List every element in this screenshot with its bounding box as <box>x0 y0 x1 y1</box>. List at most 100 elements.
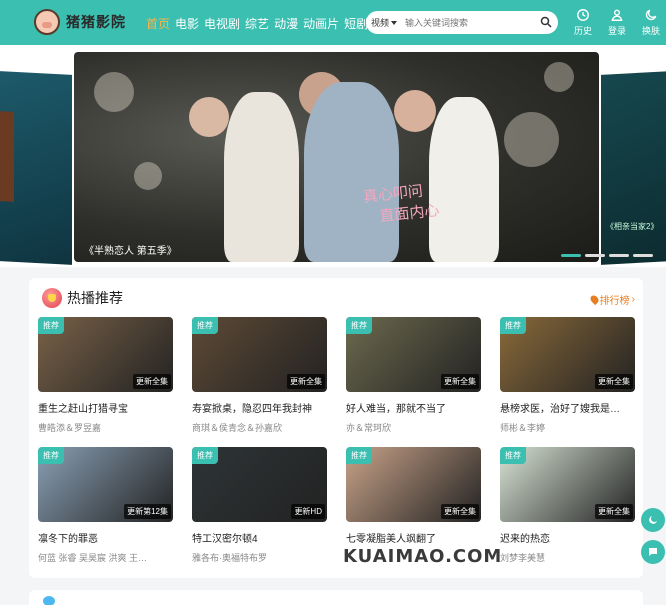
bokeh-light <box>94 72 134 112</box>
portrait <box>189 97 229 137</box>
nav-item-anime[interactable]: 动漫 <box>274 15 298 32</box>
site-logo[interactable]: 猪猪影院 <box>34 9 126 35</box>
section-title: 热播推荐 <box>67 290 123 306</box>
video-card[interactable]: 推荐 更新全集 悬榜求医，治好了嫂我是… 师彬＆李婷 <box>500 317 635 434</box>
theme-toggle-float-button[interactable] <box>641 508 665 532</box>
watermark: KUAIMAO.COM <box>343 546 503 567</box>
actress-figure <box>224 92 299 262</box>
nav-item-home[interactable]: 首页 <box>146 15 170 32</box>
chevron-right-icon: › <box>631 294 635 305</box>
ranking-link[interactable]: 排行榜 › <box>588 292 635 307</box>
recommend-badge: 推荐 <box>192 317 218 334</box>
update-status-badge: 更新全集 <box>595 504 633 519</box>
video-card[interactable]: 推荐 更新全集迟来的热恋刘梦李美慧 <box>500 447 635 564</box>
search-bar: 视频 <box>366 11 558 34</box>
next-slide-peek[interactable] <box>601 71 666 265</box>
search-icon[interactable] <box>540 16 552 28</box>
video-title[interactable]: 七零凝脂美人飒翻了 <box>346 530 481 545</box>
search-input[interactable] <box>405 17 534 28</box>
carousel-dot[interactable] <box>609 254 629 257</box>
update-status-badge: 更新全集 <box>133 374 171 389</box>
nav-item-movie[interactable]: 电影 <box>175 15 199 32</box>
video-thumbnail[interactable]: 推荐 更新全集 <box>500 447 635 522</box>
recommend-badge: 推荐 <box>192 447 218 464</box>
video-cast: 亦＆常珂欣 <box>346 423 392 433</box>
recommend-badge: 推荐 <box>500 317 526 334</box>
theme-button[interactable]: 换肤 <box>639 8 663 37</box>
update-status-badge: 更新HD <box>291 504 325 519</box>
video-card[interactable]: 推荐更新第12集凛冬下的罪恶何蓝 张睿 吴昊宸 洪爽 王… <box>38 447 173 564</box>
video-card[interactable]: 推荐更新全集七零凝脂美人飒翻了 <box>346 447 481 551</box>
chat-float-button[interactable] <box>641 540 665 564</box>
recommend-badge: 推荐 <box>38 317 64 334</box>
video-thumbnail[interactable]: 推荐更新全集 <box>192 317 327 392</box>
video-cast: 雅各布·奥福特布罗 <box>192 553 267 563</box>
video-cast: 何蓝 张睿 吴昊宸 洪爽 王… <box>38 553 148 563</box>
next-slide-caption: 《相亲当家2》 <box>606 222 659 231</box>
location-pin-icon <box>588 293 600 306</box>
update-status-badge: 更新第12集 <box>124 504 171 519</box>
video-title[interactable]: 悬榜求医，治好了嫂我是… <box>500 400 635 415</box>
slide-caption: 《半熟恋人 第五季》 <box>84 246 177 257</box>
hero-slide[interactable]: 真心叩问 直面内心 《半熟恋人 第五季》 <box>74 52 599 262</box>
update-status-badge: 更新全集 <box>287 374 325 389</box>
nav-item-tv[interactable]: 电视剧 <box>204 15 240 32</box>
nav-item-short[interactable]: 短剧 <box>344 15 368 32</box>
video-thumbnail[interactable]: 推荐更新全集 <box>346 447 481 522</box>
recommend-badge: 推荐 <box>38 447 64 464</box>
video-title[interactable]: 寿宴掀桌，隐忍四年我封神 <box>192 400 327 415</box>
video-thumbnail[interactable]: 推荐更新HD <box>192 447 327 522</box>
history-label: 历史 <box>573 26 592 36</box>
video-title[interactable]: 特工汉密尔顿4 <box>192 530 327 545</box>
recommend-badge: 推荐 <box>346 317 372 334</box>
carousel-dot[interactable] <box>561 254 581 257</box>
chevron-down-icon <box>391 20 398 25</box>
nav-item-cartoon[interactable]: 动画片 <box>303 15 339 32</box>
nav-item-variety[interactable]: 综艺 <box>245 15 269 32</box>
video-card[interactable]: 推荐 更新全集 寿宴掀桌，隐忍四年我封神 商琪＆侯青念＆孙嘉欣 <box>192 317 327 434</box>
main-nav: 首页 电影 电视剧 综艺 动漫 动画片 短剧 <box>146 15 368 32</box>
pig-logo-icon <box>34 9 60 35</box>
carousel-dot[interactable] <box>633 254 653 257</box>
portrait <box>394 90 436 132</box>
recommend-badge: 推荐 <box>346 447 372 464</box>
video-cast: 曹皓添＆罗昱嘉 <box>38 423 102 433</box>
section-header: 热播推荐 <box>42 288 123 308</box>
banner-carousel: 《相亲当家2》 真心叩问 直面内心 《半熟恋人 第五季》 <box>0 45 666 267</box>
video-title[interactable]: 重生之赶山打猎寻宝 <box>38 400 173 415</box>
update-status-badge: 更新全集 <box>595 374 633 389</box>
cloud-icon <box>43 596 55 605</box>
video-card[interactable]: 推荐更新HD 特工汉密尔顿4 雅各布·奥福特布罗 <box>192 447 327 564</box>
video-thumbnail[interactable]: 推荐更新全集 <box>346 317 481 392</box>
search-category-select[interactable]: 视频 <box>366 16 398 29</box>
bokeh-light <box>504 112 559 167</box>
update-status-badge: 更新全集 <box>441 504 479 519</box>
next-section-header <box>29 590 643 605</box>
prev-slide-peek[interactable] <box>0 71 72 265</box>
video-thumbnail[interactable]: 推荐更新全集 <box>500 317 635 392</box>
user-icon <box>611 9 623 21</box>
video-title[interactable]: 凛冬下的罪恶 <box>38 530 173 545</box>
actress-figure <box>429 97 499 262</box>
slide-overlay-text: 真心叩问 直面内心 <box>362 181 441 226</box>
video-cast: 刘梦李美慧 <box>500 553 546 563</box>
ranking-link-label: 排行榜 <box>599 296 630 307</box>
video-title[interactable]: 好人难当，那就不当了 <box>346 400 481 415</box>
video-thumbnail[interactable]: 推荐更新第12集 <box>38 447 173 522</box>
video-card[interactable]: 推荐更新全集重生之赶山打猎寻宝曹皓添＆罗昱嘉 <box>38 317 173 434</box>
video-title[interactable]: 迟来的热恋 <box>500 530 635 545</box>
history-button[interactable]: 历史 <box>571 8 595 37</box>
moon-icon <box>649 516 657 524</box>
login-button[interactable]: 登录 <box>605 8 629 37</box>
header-tools: 历史 登录 换肤 <box>571 8 663 37</box>
thumbs-up-icon <box>42 288 62 308</box>
carousel-dot[interactable] <box>585 254 605 257</box>
bokeh-light <box>134 162 162 190</box>
search-category-label: 视频 <box>371 18 390 28</box>
video-card[interactable]: 推荐更新全集好人难当，那就不当了亦＆常珂欣 <box>346 317 481 434</box>
update-status-badge: 更新全集 <box>441 374 479 389</box>
site-title: 猪猪影院 <box>66 15 126 31</box>
login-label: 登录 <box>607 26 626 36</box>
video-thumbnail[interactable]: 推荐更新全集 <box>38 317 173 392</box>
actor-figure <box>304 82 399 262</box>
